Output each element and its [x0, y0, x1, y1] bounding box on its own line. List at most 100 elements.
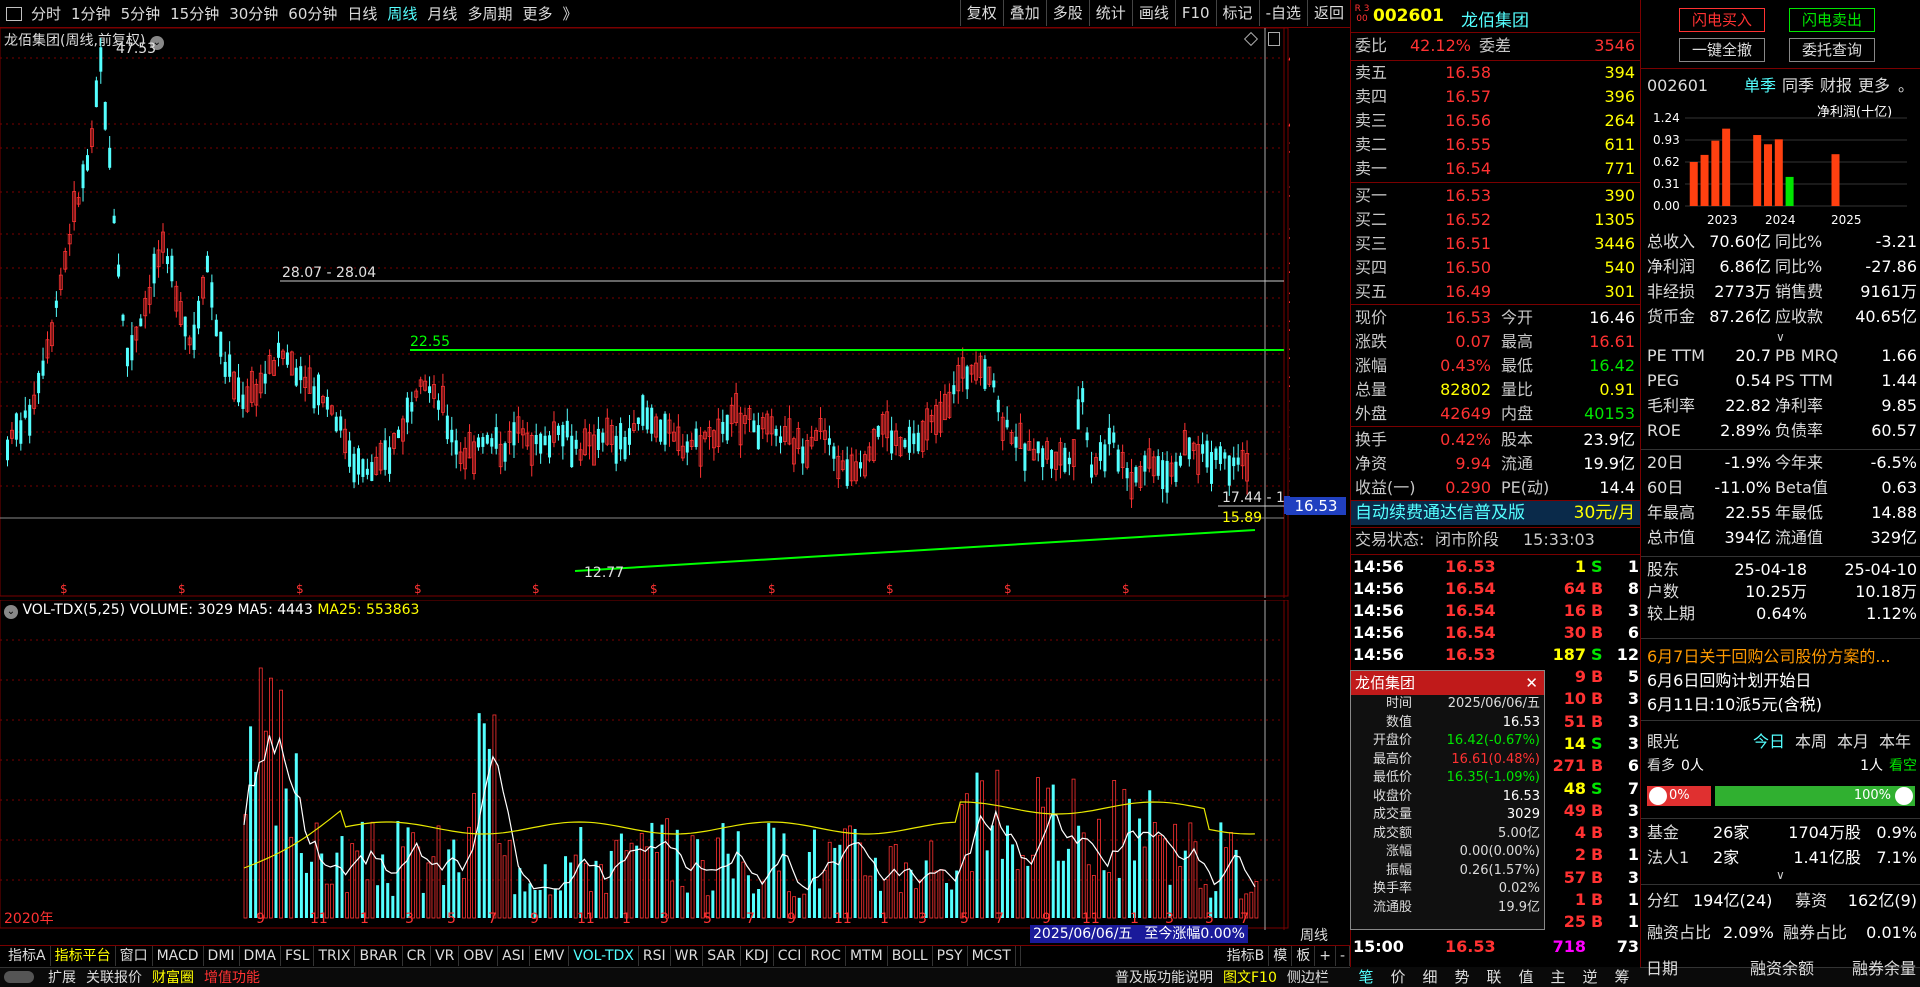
volume-chart[interactable]: 3500030000250002000015000100005000X10020… — [0, 600, 1290, 930]
indicator-tab-17[interactable]: SAR — [703, 946, 741, 966]
thumb-down-icon[interactable] — [1895, 787, 1913, 805]
indicator-tab-9[interactable]: CR — [403, 946, 432, 966]
period-tab-6[interactable]: 日线 — [342, 0, 382, 28]
toggle-icon[interactable] — [4, 971, 34, 983]
period-tab-10[interactable]: 更多 — [517, 0, 557, 28]
indicator-tab-19[interactable]: CCI — [774, 946, 807, 966]
fund-tab-2[interactable]: 财报 — [1820, 75, 1852, 97]
status-item-3[interactable]: 增值功能 — [199, 968, 265, 987]
tool-button-8[interactable]: 返回 — [1306, 0, 1350, 26]
menu-icon[interactable] — [6, 7, 22, 21]
close-icon[interactable]: ✕ — [1525, 671, 1538, 695]
indicator-tab-right-3[interactable]: + — [1315, 946, 1336, 966]
quote-tab-6[interactable]: 主 — [1542, 967, 1574, 987]
indicator-tab-3[interactable]: MACD — [153, 946, 204, 966]
bid-row[interactable]: 买四 16.50 540 — [1351, 256, 1641, 280]
quote-tab-4[interactable]: 联 — [1478, 967, 1510, 987]
status-item-2[interactable]: 财富圈 — [147, 968, 199, 987]
quote-tab-7[interactable]: 逆 — [1574, 967, 1606, 987]
bid-row[interactable]: 买三 16.51 3446 — [1351, 232, 1641, 256]
period-tab-7[interactable]: 周线 — [382, 0, 422, 28]
indicator-tab-23[interactable]: PSY — [933, 946, 968, 966]
indicator-tab-13[interactable]: EMV — [530, 946, 570, 966]
indicator-tab-5[interactable]: DMA — [240, 946, 281, 966]
period-tab-0[interactable]: 分时 — [26, 0, 66, 28]
period-tab-3[interactable]: 15分钟 — [165, 0, 224, 28]
tool-button-7[interactable]: -自选 — [1258, 0, 1307, 26]
period-tab-2[interactable]: 5分钟 — [116, 0, 166, 28]
indicator-tab-8[interactable]: BRAR — [355, 946, 403, 966]
indicator-tab-12[interactable]: ASI — [498, 946, 530, 966]
ask-row[interactable]: 卖四 16.57 396 — [1351, 85, 1641, 109]
status-item-1[interactable]: 关联报价 — [81, 968, 147, 987]
indicator-tab-14[interactable]: VOL-TDX — [569, 946, 639, 966]
status-item-0[interactable]: 扩展 — [43, 968, 81, 987]
quote-tab-0[interactable]: 笔 — [1350, 967, 1382, 987]
indicator-tab-10[interactable]: VR — [431, 946, 460, 966]
bid-row[interactable]: 买二 16.52 1305 — [1351, 208, 1641, 232]
period-tab-4[interactable]: 30分钟 — [224, 0, 283, 28]
bid-row[interactable]: 买一 16.53 390 — [1351, 184, 1641, 208]
indicator-tab-right-0[interactable]: 指标B — [1223, 946, 1270, 966]
thumb-up-icon[interactable] — [1649, 787, 1667, 805]
indicator-tab-11[interactable]: OBV — [459, 946, 499, 966]
indicator-tab-2[interactable]: 窗口 — [116, 946, 153, 966]
quote-tab-3[interactable]: 势 — [1446, 967, 1478, 987]
quote-tab-2[interactable]: 细 — [1414, 967, 1446, 987]
indicator-tab-7[interactable]: TRIX — [314, 946, 356, 966]
quote-tab-8[interactable]: 筹 — [1606, 967, 1638, 987]
renewal-ad[interactable]: 自动续费通达信普及版 30元/月 — [1351, 501, 1641, 525]
tool-button-4[interactable]: 画线 — [1131, 0, 1175, 26]
flash-sell-button[interactable]: 闪电卖出 — [1789, 8, 1875, 32]
ask-row[interactable]: 卖五 16.58 394 — [1351, 61, 1641, 85]
quote-tab-5[interactable]: 值 — [1510, 967, 1542, 987]
eye-tab-0[interactable]: 今日 — [1753, 731, 1785, 753]
indicator-tab-15[interactable]: RSI — [639, 946, 671, 966]
indicator-tab-16[interactable]: WR — [671, 946, 704, 966]
period-tab-8[interactable]: 月线 — [422, 0, 462, 28]
status-right-1[interactable]: 图文F10 — [1218, 968, 1282, 987]
period-tab-5[interactable]: 60分钟 — [283, 0, 342, 28]
indicator-tab-4[interactable]: DMI — [204, 946, 240, 966]
order-query-button[interactable]: 委托查询 — [1789, 38, 1875, 62]
expand-icon[interactable] — [1268, 32, 1280, 46]
tool-button-0[interactable]: 复权 — [959, 0, 1003, 26]
price-chart[interactable]: 47.16 42.87 38.98 35.43 32.21 29.28 26.62 24.20… — [0, 28, 1290, 598]
fund-tab-1[interactable]: 同季 — [1782, 75, 1814, 97]
cancel-all-button[interactable]: 一键全撤 — [1679, 38, 1765, 62]
indicator-tab-20[interactable]: ROC — [806, 946, 846, 966]
fund-tab-0[interactable]: 单季 — [1744, 75, 1776, 97]
tool-button-1[interactable]: 叠加 — [1002, 0, 1046, 26]
tool-button-3[interactable]: 统计 — [1088, 0, 1132, 26]
indicator-tab-22[interactable]: BOLL — [888, 946, 933, 966]
flash-buy-button[interactable]: 闪电买入 — [1679, 8, 1765, 32]
eye-tab-2[interactable]: 本月 — [1837, 731, 1869, 753]
indicator-tab-18[interactable]: KDJ — [741, 946, 774, 966]
indicator-tab-21[interactable]: MTM — [846, 946, 888, 966]
news-item[interactable]: 6月11日:10派5元(含税) — [1641, 694, 1920, 716]
period-tab-1[interactable]: 1分钟 — [66, 0, 116, 28]
status-right-0[interactable]: 普及版功能说明 — [1110, 968, 1218, 987]
ask-row[interactable]: 卖二 16.55 611 — [1351, 133, 1641, 157]
ask-row[interactable]: 卖三 16.56 264 — [1351, 109, 1641, 133]
period-tab-9[interactable]: 多周期 — [462, 0, 517, 28]
ask-row[interactable]: 卖一 16.54 771 — [1351, 157, 1641, 181]
bid-row[interactable]: 买五 16.49 301 — [1351, 280, 1641, 304]
indicator-tab-6[interactable]: FSL — [281, 946, 315, 966]
indicator-tab-right-2[interactable]: 板 — [1292, 946, 1316, 966]
chevron-down-icon[interactable]: ∨ — [1776, 330, 1785, 344]
tool-button-5[interactable]: F10 — [1174, 0, 1216, 26]
status-right-2[interactable]: 侧边栏 — [1282, 968, 1334, 987]
tool-button-6[interactable]: 标记 — [1215, 0, 1259, 26]
indicator-tab-24[interactable]: MCST — [968, 946, 1016, 966]
eye-tab-1[interactable]: 本周 — [1795, 731, 1827, 753]
eye-tab-3[interactable]: 本年 — [1879, 731, 1911, 753]
indicator-tab-right-1[interactable]: 模 — [1269, 946, 1293, 966]
chevron-down-icon[interactable]: ∨ — [1776, 868, 1785, 882]
indicator-tab-0[interactable]: 指标A — [4, 946, 51, 966]
tool-button-2[interactable]: 多股 — [1045, 0, 1089, 26]
indicator-tab-1[interactable]: 指标平台 — [51, 946, 116, 966]
news-item[interactable]: 6月7日关于回购公司股份方案的... — [1641, 646, 1920, 668]
fund-tab-3[interactable]: 更多 — [1858, 75, 1890, 97]
indicator-tab-right-4[interactable]: - — [1336, 946, 1350, 966]
